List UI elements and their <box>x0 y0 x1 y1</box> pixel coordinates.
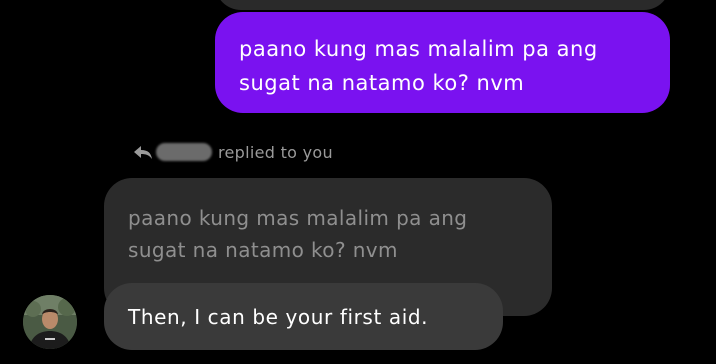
sent-message-text: paano kung mas malalim pa ang sugat na n… <box>239 37 598 95</box>
reply-indicator: replied to you <box>132 138 333 166</box>
reply-arrow-icon <box>132 143 154 161</box>
redacted-username <box>156 143 212 161</box>
avatar-photo-icon <box>23 295 77 349</box>
previous-message-bubble[interactable] <box>215 0 670 10</box>
received-message-text: Then, I can be your first aid. <box>128 304 429 329</box>
sent-message-bubble[interactable]: paano kung mas malalim pa ang sugat na n… <box>215 12 670 113</box>
reply-indicator-label: replied to you <box>218 142 333 162</box>
chat-thread: paano kung mas malalim pa ang sugat na n… <box>0 0 716 364</box>
quoted-message-text: paano kung mas malalim pa ang sugat na n… <box>128 206 468 262</box>
received-message-bubble[interactable]: Then, I can be your first aid. <box>104 283 503 350</box>
sender-avatar[interactable] <box>23 295 77 349</box>
